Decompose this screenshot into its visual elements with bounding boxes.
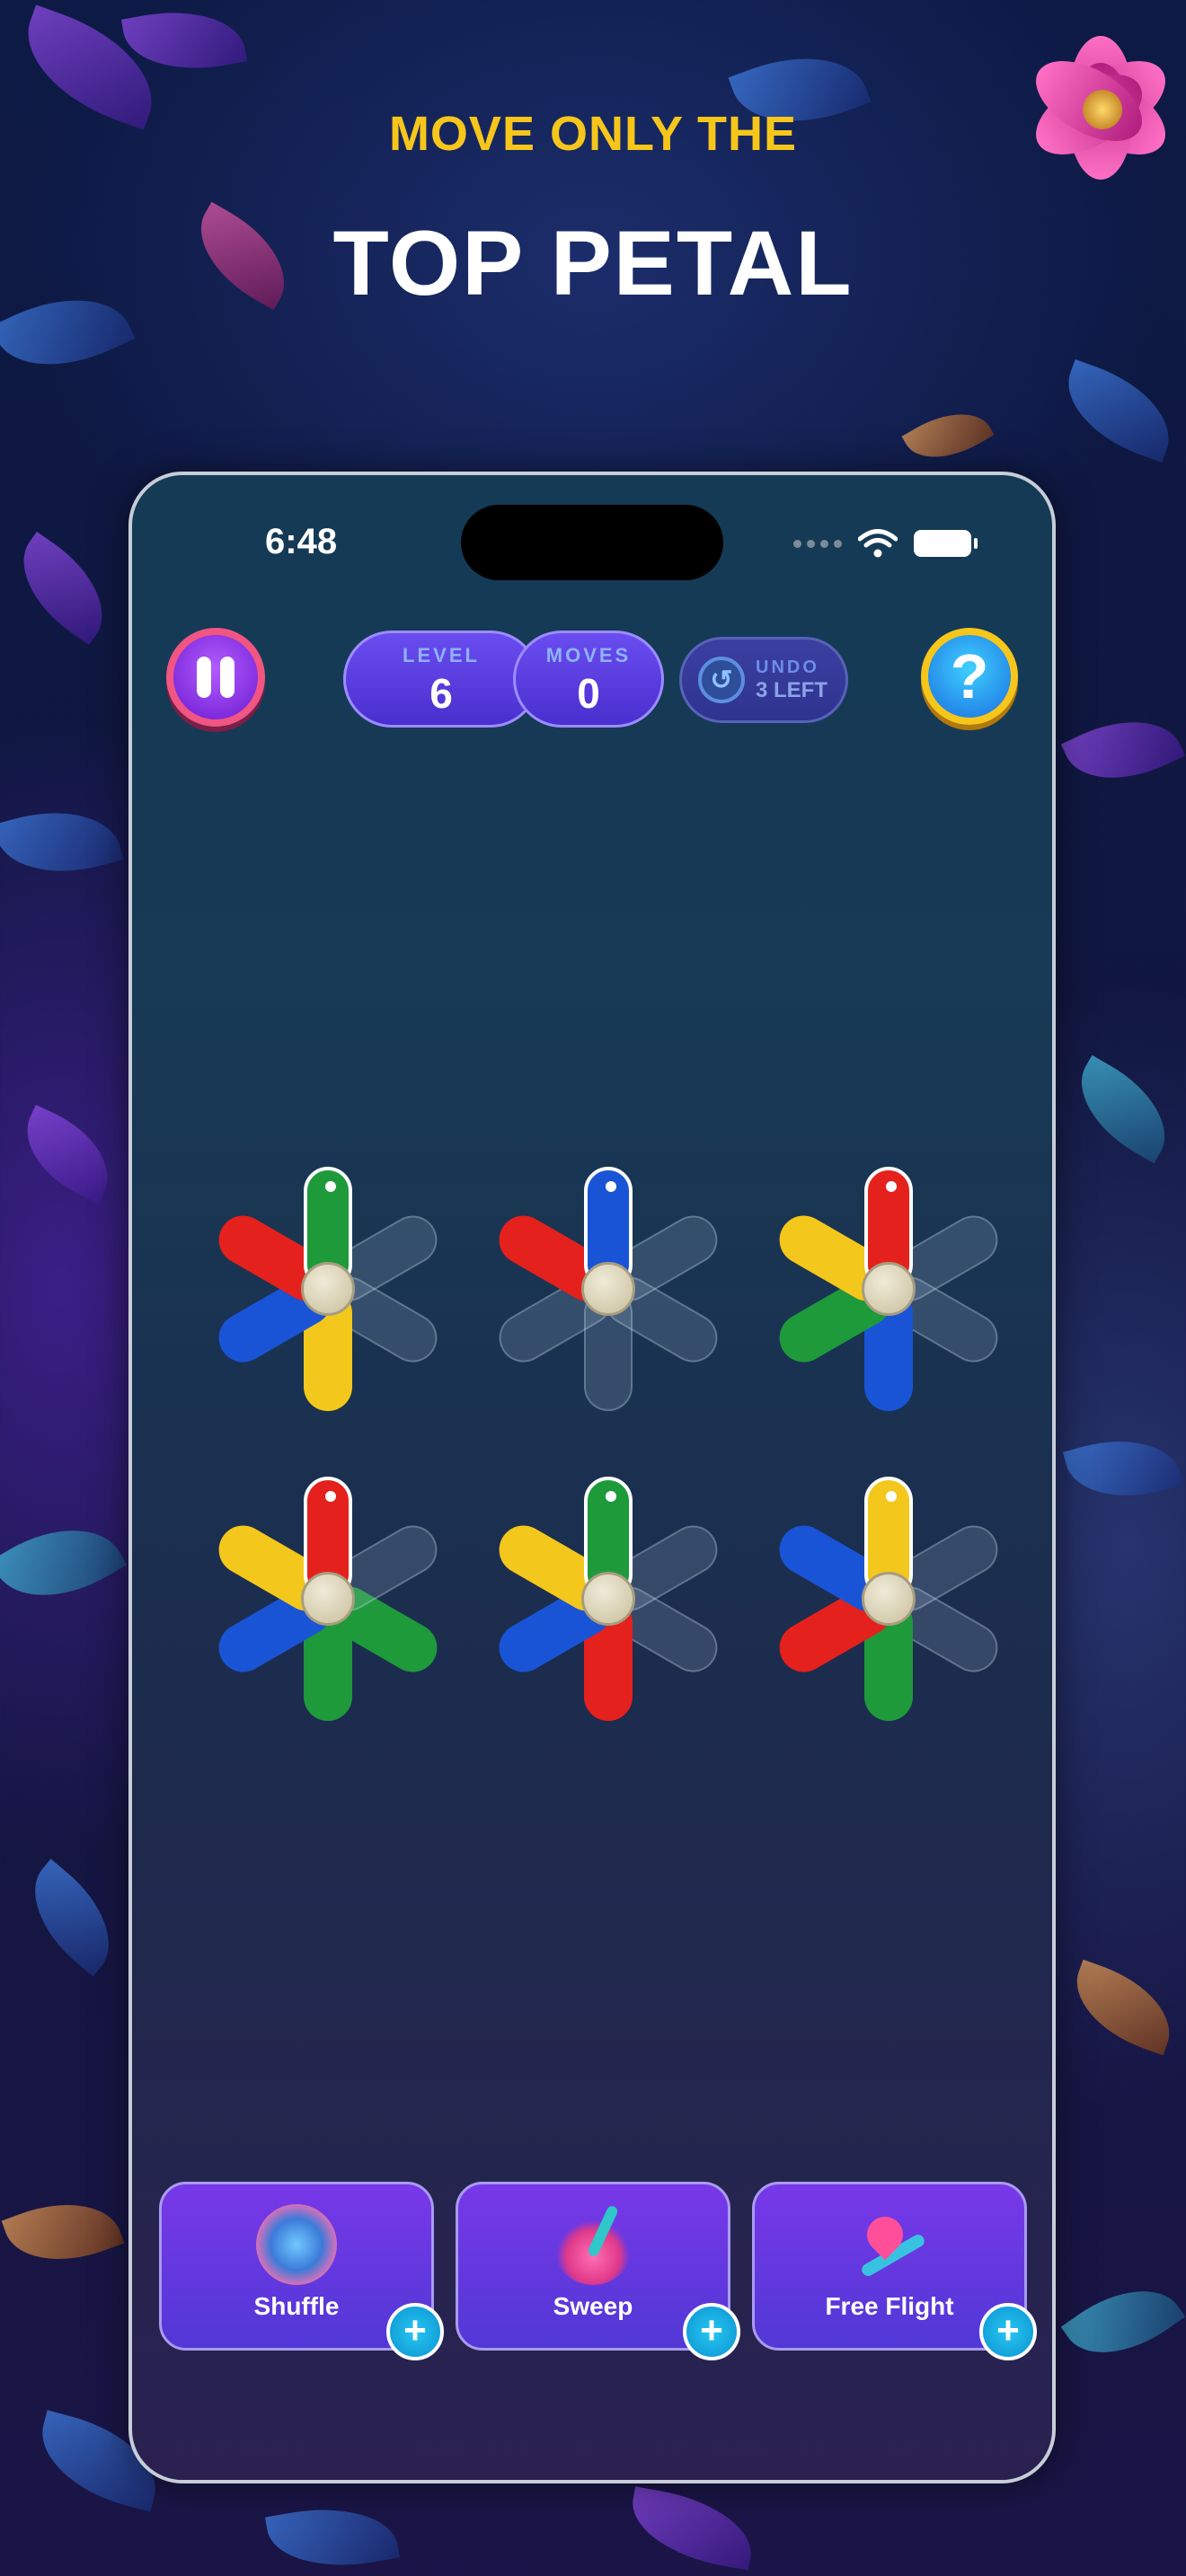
pinwheel[interactable]: [209, 1167, 447, 1436]
moves-badge: MOVES 0: [513, 631, 664, 728]
pinwheel-hub: [301, 1262, 355, 1316]
level-label: LEVEL: [403, 644, 480, 666]
status-icons: [793, 529, 978, 558]
undo-button[interactable]: ↺ UNDO 3 LEFT: [679, 637, 848, 723]
booster-sweep[interactable]: Sweep +: [456, 2182, 740, 2360]
add-free-flight-button[interactable]: +: [979, 2303, 1037, 2360]
moves-label: MOVES: [545, 644, 632, 666]
moves-value: 0: [577, 670, 600, 717]
decorative-flower: [979, 0, 1186, 207]
level-value: 6: [429, 670, 453, 717]
pinwheel-hub: [581, 1572, 635, 1626]
pinwheel[interactable]: [770, 1167, 1007, 1436]
broom-icon: [553, 2204, 633, 2285]
dynamic-island: [461, 505, 723, 580]
pinwheel[interactable]: [490, 1477, 727, 1746]
pinwheel-hub: [301, 1572, 355, 1626]
wifi-icon: [858, 529, 898, 558]
headline-subtitle: MOVE ONLY THE: [388, 107, 798, 161]
flight-icon: [849, 2204, 930, 2285]
pause-icon: [197, 657, 211, 698]
phone-frame: 6:48 LEVEL 6 MOVES 0 ↺ UNDO 3 LEFT ? Shu…: [128, 472, 1056, 2483]
pinwheel-hub: [862, 1262, 916, 1316]
pinwheel-hub: [862, 1572, 916, 1626]
shuffle-icon: [256, 2204, 337, 2285]
status-time: 6:48: [265, 522, 338, 561]
undo-icon: ↺: [698, 657, 745, 703]
signal-dots-icon: [793, 539, 842, 548]
undo-label: UNDO: [756, 657, 819, 677]
level-badge: LEVEL 6: [343, 631, 539, 728]
add-shuffle-button[interactable]: +: [386, 2303, 444, 2360]
pinwheel-hub: [581, 1262, 635, 1316]
headline-title: TOP PETAL: [332, 212, 854, 314]
question-icon: ?: [950, 641, 989, 711]
battery-icon: [914, 530, 978, 557]
pinwheel[interactable]: [209, 1477, 447, 1746]
booster-free-flight[interactable]: Free Flight +: [752, 2182, 1037, 2360]
booster-shuffle[interactable]: Shuffle +: [159, 2182, 444, 2360]
add-sweep-button[interactable]: +: [683, 2303, 740, 2360]
pause-button[interactable]: [166, 628, 265, 727]
help-button[interactable]: ?: [921, 628, 1018, 725]
undo-remaining: 3 LEFT: [756, 677, 828, 702]
pinwheel[interactable]: [490, 1167, 727, 1436]
pinwheel[interactable]: [770, 1477, 1007, 1746]
